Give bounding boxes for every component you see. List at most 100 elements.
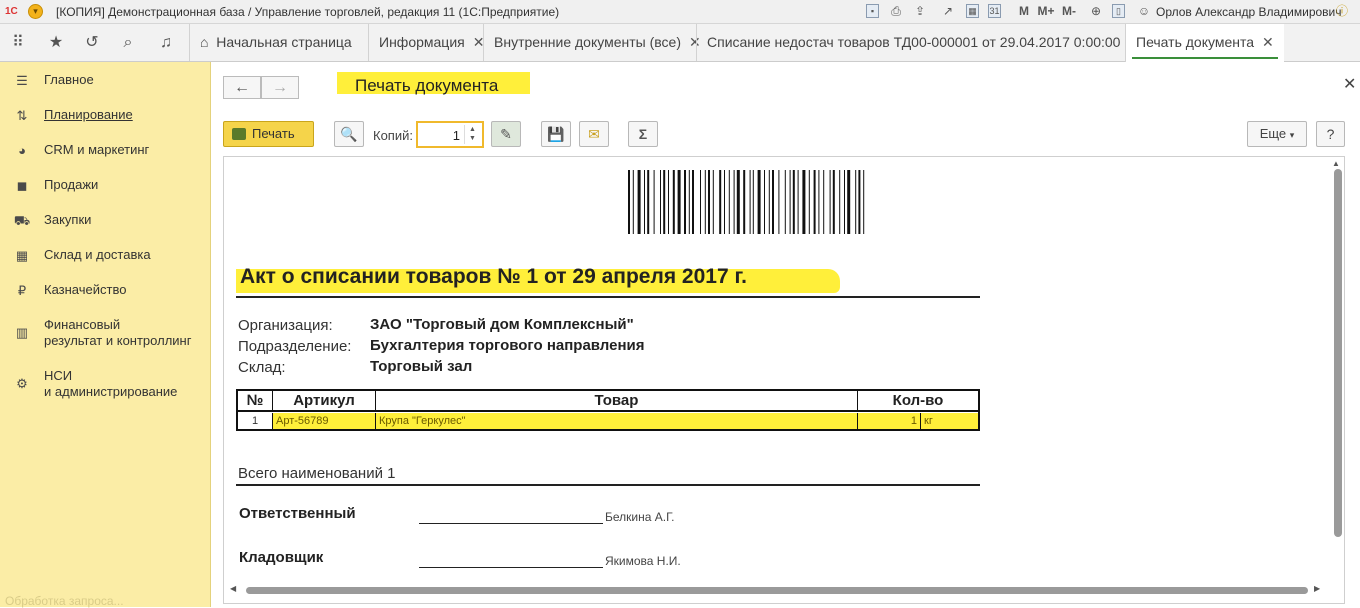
barcode-bar xyxy=(829,170,831,234)
spreadsheet-document[interactable]: Акт о списании товаров № 1 от 29 апреля … xyxy=(223,156,1345,604)
sidebar-item-finance[interactable]: ▥ Финансовый результат и контроллинг xyxy=(0,317,210,351)
tab-print-document[interactable]: Печать документа ✕ xyxy=(1125,24,1284,62)
tab-writeoff-doc[interactable]: Списание недостач товаров ТД00-000001 от… xyxy=(696,24,1150,61)
cart-icon: ⛟ xyxy=(13,213,31,228)
signature-line xyxy=(419,567,603,568)
barcode-bar xyxy=(789,170,791,234)
barcode-bar xyxy=(719,170,722,234)
barcode-bar xyxy=(700,170,701,234)
more-button[interactable]: Еще ▾ xyxy=(1247,121,1307,147)
barcode-bar xyxy=(688,170,690,234)
back-arrow-icon[interactable]: ← xyxy=(223,76,261,99)
sidebar-item-label: Финансовый xyxy=(44,317,121,332)
forward-arrow-icon[interactable]: → xyxy=(261,76,299,99)
barcode-bar xyxy=(823,170,825,234)
save-icon[interactable]: ▪ xyxy=(866,4,879,18)
attach-icon[interactable]: ⇪ xyxy=(912,3,928,20)
panels-icon[interactable]: ▯ xyxy=(1112,4,1125,18)
sidebar-item-label: результат и контроллинг xyxy=(44,333,192,348)
total-items: Всего наименований 1 xyxy=(238,465,396,482)
sidebar-item-nsi-admin[interactable]: ⚙ НСИ и администрирование xyxy=(0,368,210,402)
copies-stepper[interactable]: ▲▼ xyxy=(416,121,484,148)
history-icon[interactable]: ↺ xyxy=(81,32,103,54)
barcode-bar xyxy=(632,170,634,234)
tab-home[interactable]: ⌂ Начальная страница xyxy=(189,24,362,61)
info-icon[interactable]: ⓘ xyxy=(1334,3,1350,20)
scroll-left-icon[interactable]: ◀ xyxy=(230,584,236,593)
preview-icon[interactable]: 🔍 xyxy=(334,121,364,147)
barcode-bar xyxy=(778,170,780,234)
copies-input[interactable] xyxy=(420,126,460,144)
print-icon[interactable]: ⎙ xyxy=(888,3,904,20)
barcode-bar xyxy=(813,170,816,234)
sidebar-item-label: Продажи xyxy=(44,177,99,192)
tab-info[interactable]: Информация ✕ xyxy=(368,24,494,61)
email-icon[interactable]: ✉ xyxy=(579,121,609,147)
calendar-icon[interactable]: 31 xyxy=(988,4,1001,18)
table-header-qty: Кол-во xyxy=(858,391,978,412)
notifications-bell-icon[interactable]: ♫ xyxy=(155,32,177,54)
export-icon[interactable]: ↗ xyxy=(940,3,956,20)
barcode-bar xyxy=(797,170,799,234)
barcode-bar xyxy=(863,170,865,234)
memory-m-button[interactable]: M xyxy=(1016,3,1032,20)
spreadsheet-icon[interactable]: ▦ xyxy=(966,4,979,18)
responsible-name: Белкина А.Г. xyxy=(605,510,675,524)
ruble-icon: ₽ xyxy=(17,283,27,298)
table-cell-unit: кг xyxy=(921,413,978,429)
org-value: ЗАО "Торговый дом Комплексный" xyxy=(370,316,634,333)
memory-minus-button[interactable]: M- xyxy=(1060,3,1078,20)
close-form-icon[interactable]: ✕ xyxy=(1343,74,1356,94)
home-icon: ⌂ xyxy=(200,34,209,50)
table-cell-product: Крупа "Геркулес" xyxy=(376,413,858,429)
sections-sidebar: ☰ Главное ⇅ Планирование ◕ CRM и маркетинг … xyxy=(0,62,211,607)
barcode-bar xyxy=(808,170,810,234)
barcode-image xyxy=(628,170,865,234)
search-icon[interactable]: ⌕ xyxy=(117,32,139,54)
sidebar-item-label: Склад и доставка xyxy=(44,247,151,262)
memory-plus-button[interactable]: M+ xyxy=(1036,3,1056,20)
barcode-bar xyxy=(637,170,641,234)
apps-grid-icon[interactable]: ⠿ xyxy=(7,32,29,54)
edit-icon[interactable]: ✎ xyxy=(491,121,521,147)
zoom-icon[interactable]: ⊕ xyxy=(1088,3,1104,20)
barcode-bar xyxy=(757,170,761,234)
user-name[interactable]: Орлов Александр Владимирович xyxy=(1156,5,1342,19)
help-button[interactable]: ? xyxy=(1316,121,1345,147)
tab-label: Начальная страница xyxy=(216,34,352,50)
planning-icon: ⇅ xyxy=(16,108,28,123)
sidebar-item-label: и администрирование xyxy=(44,384,178,399)
close-tab-icon[interactable]: ✕ xyxy=(1262,34,1274,50)
window-title-bar: 1С ▾ [КОПИЯ] Демонстрационная база / Упр… xyxy=(0,0,1360,24)
scroll-right-icon[interactable]: ▶ xyxy=(1314,584,1320,593)
barcode-bar xyxy=(712,170,714,234)
barcode-bar xyxy=(792,170,795,234)
menu-lines-icon: ☰ xyxy=(16,73,28,88)
sidebar-item-label: Закупки xyxy=(44,212,92,227)
spin-arrows-icon[interactable]: ▲ ▼ xyxy=(464,125,480,144)
warehouse-grid-icon: ▦ xyxy=(15,248,29,263)
main-menu-button[interactable]: ▾ xyxy=(28,4,43,19)
keeper-name: Якимова Н.И. xyxy=(605,554,681,568)
scroll-up-icon[interactable]: ▲ xyxy=(1332,159,1340,168)
vertical-scrollbar[interactable] xyxy=(1334,169,1342,537)
dept-value: Бухгалтерия торгового направления xyxy=(370,337,645,354)
tab-internal-docs[interactable]: Внутренние документы (все) ✕ xyxy=(483,24,711,61)
barcode-bar xyxy=(644,170,645,234)
divider xyxy=(236,296,980,298)
table-header-product: Товар xyxy=(376,391,858,412)
horizontal-scrollbar[interactable] xyxy=(246,587,1308,594)
signature-line xyxy=(419,523,603,524)
barcode-bar xyxy=(704,170,706,234)
form-title: Печать документа xyxy=(337,72,531,95)
sum-icon[interactable]: Σ xyxy=(628,121,658,147)
print-button[interactable]: Печать xyxy=(223,121,314,147)
sidebar-item-label: Планирование xyxy=(44,107,133,122)
user-icon: ☺ xyxy=(1137,4,1151,18)
print-form: ← → Печать документа ✕ Печать 🔍 Копий: ▲… xyxy=(212,62,1360,607)
responsible-label: Ответственный xyxy=(239,505,356,522)
barcode-bar xyxy=(844,170,845,234)
save-icon[interactable]: 💾 xyxy=(541,121,571,147)
barcode-bar xyxy=(647,170,650,234)
favorites-star-icon[interactable]: ★ xyxy=(45,32,67,54)
